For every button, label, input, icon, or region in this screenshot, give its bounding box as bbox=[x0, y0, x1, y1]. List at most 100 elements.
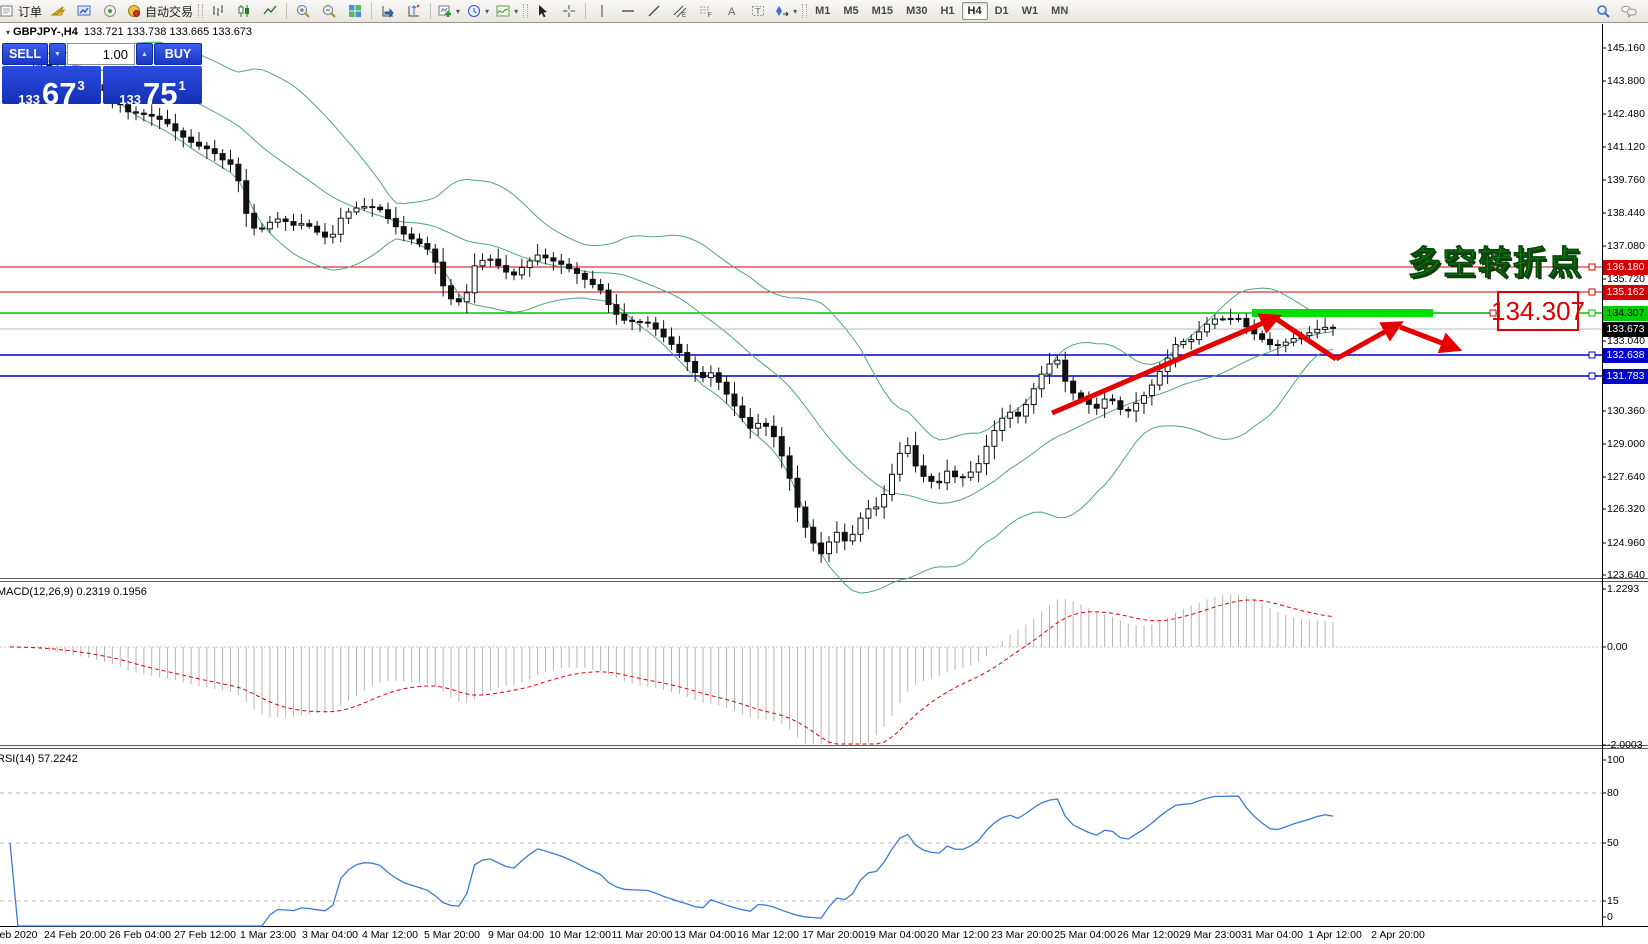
auto-scroll-icon bbox=[380, 3, 396, 19]
rsi-axis-tick: 15 bbox=[1607, 895, 1619, 908]
search-icon bbox=[1595, 3, 1611, 19]
macd-axis-tick: -2.0003 bbox=[1607, 739, 1643, 752]
chart-title: ▾GBPJPY-,H4133.721 133.738 133.665 133.6… bbox=[6, 26, 252, 38]
toolbar-grip bbox=[198, 4, 203, 18]
svg-text:T: T bbox=[756, 7, 761, 16]
timeframe-m30-button[interactable]: M30 bbox=[900, 2, 933, 20]
price-label-135.162: 135.162 bbox=[1603, 285, 1648, 300]
price-axis-tick: 145.160 bbox=[1607, 42, 1645, 55]
periods-button[interactable]: ▾ bbox=[463, 1, 492, 21]
mt4-window: 订单 自动交易 bbox=[0, 0, 1648, 944]
rsi-label: RSI(14) 57.2242 bbox=[0, 753, 78, 765]
trendline-button[interactable] bbox=[641, 1, 667, 21]
channel-icon: E bbox=[672, 3, 688, 19]
price-axis-tick: 124.960 bbox=[1607, 537, 1645, 550]
trendline-icon bbox=[646, 3, 662, 19]
horizontal-line-button[interactable] bbox=[615, 1, 641, 21]
timeframe-m15-button[interactable]: M15 bbox=[866, 2, 899, 20]
price-label-136.180: 136.180 bbox=[1603, 260, 1648, 275]
navigator-button[interactable] bbox=[45, 1, 71, 21]
market-watch-button[interactable] bbox=[71, 1, 97, 21]
crosshair-button[interactable] bbox=[556, 1, 582, 21]
zoom-out-button[interactable] bbox=[316, 1, 342, 21]
line-chart-icon bbox=[262, 3, 278, 19]
auto-trading-button[interactable]: 自动交易 bbox=[123, 1, 196, 21]
trend-arrow-4[interactable] bbox=[1400, 327, 1455, 348]
time-axis-label: 4 Mar 12:00 bbox=[362, 929, 418, 941]
toolbar-grip bbox=[802, 4, 807, 18]
price-axis-tick: 138.440 bbox=[1607, 207, 1645, 220]
fibonacci-button[interactable]: F bbox=[693, 1, 719, 21]
zoom-in-button[interactable] bbox=[290, 1, 316, 21]
clock-icon bbox=[466, 3, 482, 19]
equidistant-channel-button[interactable]: E bbox=[667, 1, 693, 21]
amount-increase-button[interactable]: ▲ bbox=[136, 43, 153, 65]
time-axis-label: 17 Mar 20:00 bbox=[802, 929, 864, 941]
chart-shift-button[interactable] bbox=[401, 1, 427, 21]
trend-arrow-3[interactable] bbox=[1336, 325, 1397, 359]
templates-button[interactable]: ▾ bbox=[492, 1, 521, 21]
price-label-131.783: 131.783 bbox=[1603, 369, 1648, 384]
price-axis-tick: 129.000 bbox=[1607, 438, 1645, 451]
timeframe-h4-button[interactable]: H4 bbox=[962, 2, 988, 20]
text-label-icon: T bbox=[750, 3, 766, 19]
search-button[interactable] bbox=[1590, 1, 1616, 21]
timeframe-d1-button[interactable]: D1 bbox=[989, 2, 1015, 20]
sell-price-point: 3 bbox=[77, 78, 84, 93]
signals-button[interactable] bbox=[97, 1, 123, 21]
vertical-line-icon bbox=[594, 3, 610, 19]
price-axis-tick: 139.760 bbox=[1607, 174, 1645, 187]
candlestick-icon bbox=[236, 3, 252, 19]
trend-arrow-2[interactable] bbox=[1275, 318, 1336, 359]
chart-symbol: GBPJPY-,H4 bbox=[13, 26, 78, 38]
chat-button[interactable] bbox=[1616, 1, 1642, 21]
zoom-in-icon bbox=[295, 3, 311, 19]
dropdown-arrow-icon: ▾ bbox=[514, 7, 518, 16]
arrows-tool-button[interactable]: ▾ bbox=[771, 1, 800, 21]
signal-icon bbox=[102, 3, 118, 19]
timeframe-m1-button[interactable]: M1 bbox=[809, 2, 836, 20]
rsi-axis-tick: 80 bbox=[1607, 787, 1619, 800]
cursor-icon bbox=[535, 3, 551, 19]
amount-input[interactable]: 1.00 bbox=[67, 43, 135, 65]
buy-price-box[interactable]: 133 75 1 bbox=[103, 66, 202, 104]
time-axis-label: 11 Mar 20:00 bbox=[611, 929, 672, 941]
text-label-button[interactable]: T bbox=[745, 1, 771, 21]
time-axis-label: 10 Mar 12:00 bbox=[549, 929, 611, 941]
time-axis-label: 20 Mar 12:00 bbox=[927, 929, 989, 941]
text-button[interactable]: A bbox=[719, 1, 745, 21]
time-axis-label: 26 Mar 12:00 bbox=[1117, 929, 1179, 941]
candlestick-button[interactable] bbox=[231, 1, 257, 21]
new-order-button[interactable]: 订单 bbox=[0, 1, 45, 21]
resistance-zone-rect[interactable] bbox=[1252, 309, 1433, 317]
tile-windows-button[interactable] bbox=[342, 1, 368, 21]
timeframe-mn-button[interactable]: MN bbox=[1045, 2, 1074, 20]
fibonacci-icon: F bbox=[698, 3, 714, 19]
vertical-line-button[interactable] bbox=[589, 1, 615, 21]
sell-button[interactable]: SELL bbox=[2, 43, 48, 65]
sell-price-figure: 133 bbox=[18, 92, 40, 107]
trend-arrow-1[interactable] bbox=[1052, 318, 1275, 413]
toolbar-separator bbox=[371, 3, 372, 19]
timeframe-h1-button[interactable]: H1 bbox=[934, 2, 960, 20]
cursor-button[interactable] bbox=[530, 1, 556, 21]
auto-scroll-button[interactable] bbox=[375, 1, 401, 21]
time-axis-label: 13 Mar 04:00 bbox=[674, 929, 736, 941]
auto-trading-icon bbox=[126, 3, 142, 19]
macd-axis-tick: 0.00 bbox=[1607, 641, 1627, 654]
bar-chart-button[interactable] bbox=[205, 1, 231, 21]
time-axis-label: 24 Feb 20:00 bbox=[44, 929, 106, 941]
price-axis-tick: 130.360 bbox=[1607, 405, 1645, 418]
buy-price-point: 1 bbox=[178, 78, 185, 93]
buy-price-figure: 133 bbox=[119, 92, 141, 107]
line-chart-button[interactable] bbox=[257, 1, 283, 21]
new-chart-button[interactable]: ▾ bbox=[434, 1, 463, 21]
buy-button[interactable]: BUY bbox=[154, 43, 202, 65]
sell-price-box[interactable]: 133 67 3 bbox=[2, 66, 101, 104]
shapes-icon bbox=[774, 3, 790, 19]
amount-decrease-button[interactable]: ▼ bbox=[49, 43, 66, 65]
timeframe-w1-button[interactable]: W1 bbox=[1016, 2, 1045, 20]
rsi-axis-tick: 100 bbox=[1607, 754, 1625, 767]
timeframe-m5-button[interactable]: M5 bbox=[837, 2, 864, 20]
chat-bubbles-icon bbox=[1621, 3, 1637, 19]
